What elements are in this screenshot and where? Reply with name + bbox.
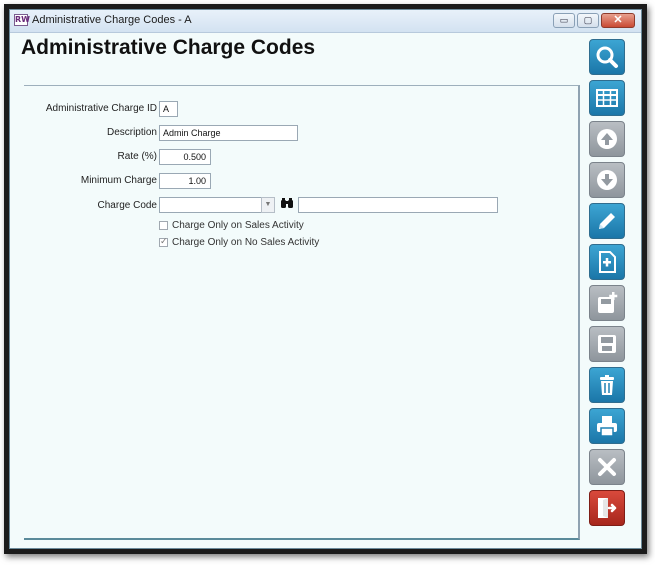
arrow-down-icon	[597, 170, 617, 190]
delete-button[interactable]	[589, 367, 625, 403]
app-window: RW Administrative Charge Codes - A ▭ ▢ ✕…	[9, 9, 642, 549]
maximize-button[interactable]: ▢	[577, 13, 599, 28]
save-new-button[interactable]	[589, 285, 625, 321]
next-record-button[interactable]	[589, 162, 625, 198]
minimum-charge-field[interactable]: 1.00	[159, 173, 211, 189]
search-icon	[596, 46, 618, 68]
app-icon: RW	[14, 14, 30, 26]
minimize-button[interactable]: ▭	[553, 13, 575, 28]
charge-code-select[interactable]	[159, 197, 275, 213]
edit-button[interactable]	[589, 203, 625, 239]
charge-only-no-sales-checkbox[interactable]: ✓	[159, 236, 168, 247]
save-new-icon	[598, 292, 618, 313]
print-button[interactable]	[589, 408, 625, 444]
save-icon	[598, 335, 616, 353]
arrow-up-icon	[597, 129, 617, 149]
new-record-button[interactable]	[589, 244, 625, 280]
check-icon: ✓	[160, 236, 168, 246]
search-button[interactable]	[589, 39, 625, 75]
pencil-icon	[599, 213, 615, 229]
exit-button[interactable]	[589, 490, 625, 526]
chevron-down-icon[interactable]: ▼	[261, 197, 275, 213]
charge-code-label: Charge Code	[97, 200, 157, 211]
close-button[interactable]: ✕	[601, 13, 635, 28]
rate-label: Rate (%)	[117, 151, 157, 162]
grid-icon	[596, 89, 618, 107]
previous-record-button[interactable]	[589, 121, 625, 157]
exit-icon	[598, 498, 617, 518]
minimum-charge-label: Minimum Charge	[80, 175, 157, 186]
title-bar[interactable]: RW Administrative Charge Codes - A ▭ ▢ ✕	[10, 10, 641, 33]
grid-view-button[interactable]	[589, 80, 625, 116]
charge-id-label: Administrative Charge ID	[45, 103, 157, 114]
description-label: Description	[106, 127, 157, 138]
cancel-button[interactable]	[589, 449, 625, 485]
window-title: Administrative Charge Codes - A	[32, 14, 192, 26]
binoculars-icon[interactable]	[279, 197, 295, 213]
page-title: Administrative Charge Codes	[21, 36, 316, 59]
new-document-icon	[599, 251, 616, 273]
save-button[interactable]	[589, 326, 625, 362]
charge-code-description-field	[298, 197, 498, 213]
charge-only-sales-label: Charge Only on Sales Activity	[172, 220, 304, 231]
rate-field[interactable]: 0.500	[159, 149, 211, 165]
charge-only-sales-checkbox[interactable]	[159, 221, 168, 230]
charge-only-no-sales-option[interactable]: ✓ Charge Only on No Sales Activity	[159, 236, 320, 248]
charge-only-sales-option[interactable]: Charge Only on Sales Activity	[159, 220, 304, 231]
cancel-icon	[598, 458, 616, 476]
description-field[interactable]: Admin Charge	[159, 125, 298, 141]
trash-icon	[600, 375, 614, 395]
charge-id-field[interactable]: A	[159, 101, 178, 117]
charge-only-no-sales-label: Charge Only on No Sales Activity	[172, 237, 320, 248]
printer-icon	[597, 416, 617, 437]
